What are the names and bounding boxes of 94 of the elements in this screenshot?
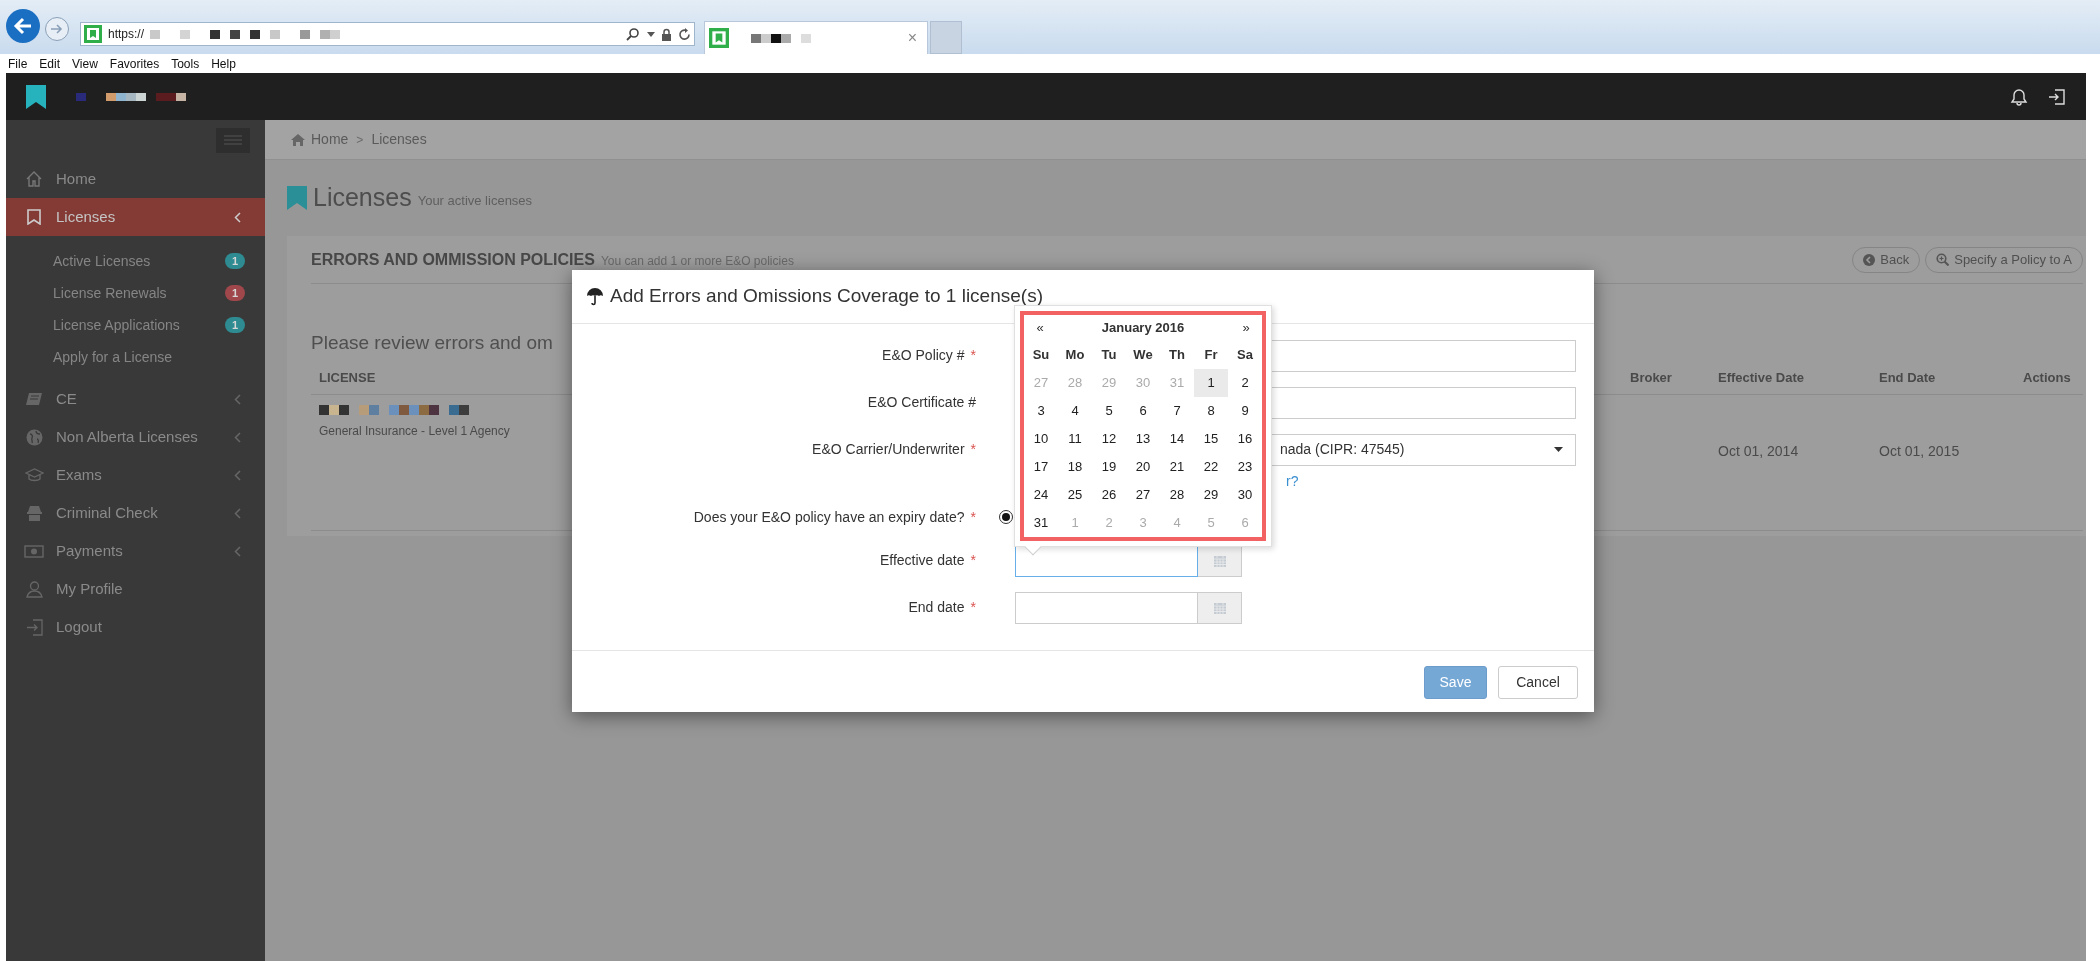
site-favicon-icon	[84, 25, 102, 43]
column-header: LICENSE	[319, 369, 376, 385]
modal-title: Add Errors and Omissions Coverage to 1 license(s)	[610, 284, 1043, 309]
calendar-day[interactable]: 26	[1092, 481, 1126, 509]
menu-item[interactable]: File	[8, 54, 28, 73]
calendar-day[interactable]: 28	[1160, 481, 1194, 509]
home-icon	[25, 171, 43, 187]
graduation-cap-icon	[24, 467, 44, 483]
back-button[interactable]	[6, 9, 40, 43]
weekday-label: Th	[1168, 346, 1186, 365]
count-badge: 1	[225, 317, 245, 333]
field-label: Effective date *	[879, 552, 976, 568]
intro-text: Please review errors and om	[311, 331, 553, 355]
site-favicon-icon	[709, 28, 729, 48]
count-badge: 1	[225, 253, 245, 269]
calendar-day[interactable]: 1	[1194, 369, 1228, 397]
table-cell-text: Oct 01, 2014	[1718, 442, 1800, 459]
lock-icon	[661, 27, 672, 41]
weekday-label: Sa	[1236, 346, 1254, 365]
bookmark-icon	[27, 209, 41, 225]
menu-item[interactable]: Favorites	[109, 54, 160, 73]
breadcrumb-separator: >	[356, 131, 364, 149]
calendar-day[interactable]: 5	[1092, 397, 1126, 425]
column-header: Broker	[1630, 369, 1672, 385]
book-icon	[25, 392, 43, 406]
arrow-right-icon	[50, 23, 64, 35]
bookmark-icon	[287, 186, 307, 210]
sidebar-item[interactable]: Licenses	[6, 198, 265, 236]
weekday-label: We	[1132, 346, 1154, 365]
weekday-label: Su	[1031, 346, 1051, 365]
refresh-icon[interactable]	[678, 27, 691, 41]
field-label: End date *	[908, 599, 976, 615]
dialog-button[interactable]: Cancel	[1498, 666, 1578, 699]
back-circle-icon	[1863, 253, 1876, 266]
count-badge: 1	[225, 285, 245, 301]
bookmark-logo-icon	[26, 84, 46, 109]
calendar-day[interactable]: 24	[1024, 481, 1058, 509]
menu-item[interactable]: View	[72, 54, 98, 73]
calendar-day[interactable]: 31	[1024, 509, 1058, 537]
field-label: E&O Carrier/Underwriter *	[812, 441, 976, 457]
umbrella-icon	[586, 287, 604, 306]
field-label: E&O Certificate #	[867, 394, 976, 410]
calendar-day[interactable]: 8	[1194, 397, 1228, 425]
date-input[interactable]	[1015, 591, 1198, 624]
calendar-day[interactable]: 3	[1024, 397, 1058, 425]
globe-icon	[25, 428, 43, 446]
calendar-day[interactable]: 9	[1228, 397, 1262, 425]
table-cell: General Insurance - Level 1 Agency	[319, 423, 510, 439]
search-icon[interactable]	[625, 27, 641, 41]
weekday-label: Mo	[1064, 346, 1086, 365]
next-month-button[interactable]: »	[1236, 318, 1256, 338]
calendar-day[interactable]: 2	[1228, 369, 1262, 397]
browser-tab[interactable]: ×	[704, 21, 928, 54]
zoom-in-icon	[1936, 253, 1950, 266]
table-cell-text: Oct 01, 2015	[1879, 442, 1961, 459]
home-icon	[291, 133, 305, 146]
calendar-day[interactable]: 27	[1126, 481, 1160, 509]
arrow-left-icon	[13, 17, 33, 35]
address-text: https://	[108, 26, 145, 43]
column-header: Actions	[2023, 369, 2071, 385]
menu-item[interactable]: Tools	[171, 54, 200, 73]
logout-icon[interactable]	[2048, 87, 2066, 106]
column-header: Effective Date	[1718, 369, 1804, 385]
banknote-icon	[24, 544, 44, 558]
calendar-day[interactable]: 4	[1058, 397, 1092, 425]
column-header: End Date	[1879, 369, 1936, 385]
caret-icon	[1554, 447, 1563, 452]
calendar-day[interactable]: 6	[1126, 397, 1160, 425]
sign-out-icon	[25, 618, 43, 636]
help-link[interactable]: r?	[1286, 473, 1299, 489]
calendar-day[interactable]: 30	[1228, 481, 1262, 509]
panel-title: ERRORS AND OMMISSION POLICIES	[311, 249, 595, 270]
menu-item[interactable]: Help	[211, 54, 236, 73]
address-bar[interactable]: https://	[80, 22, 695, 46]
weekday-label: Fr	[1203, 346, 1219, 365]
field-label: Does your E&O policy have an expiry date? *	[693, 508, 976, 525]
sidebar-subitem[interactable]: License Renewals 1	[6, 277, 265, 309]
calendar-day[interactable]: 7	[1160, 397, 1194, 425]
calendar-icon	[1212, 600, 1227, 615]
weekday-label: Tu	[1100, 346, 1118, 365]
user-icon	[25, 580, 43, 598]
month-title-button[interactable]: January 2016	[1101, 318, 1185, 338]
calendar-icon	[1212, 553, 1227, 568]
field-label: E&O Policy # *	[882, 347, 976, 363]
bell-icon[interactable]	[2010, 87, 2028, 106]
menu-item[interactable]: Edit	[39, 54, 61, 73]
calendar-day[interactable]: 29	[1194, 481, 1228, 509]
forward-button[interactable]	[45, 17, 69, 41]
page-title: Licenses	[313, 182, 412, 214]
tab-close-button[interactable]: ×	[907, 26, 923, 50]
page-subtitle: Your active licenses	[417, 192, 533, 211]
caret-icon[interactable]	[647, 31, 655, 37]
calendar-day[interactable]: 25	[1058, 481, 1092, 509]
prev-month-button[interactable]: «	[1030, 318, 1050, 338]
